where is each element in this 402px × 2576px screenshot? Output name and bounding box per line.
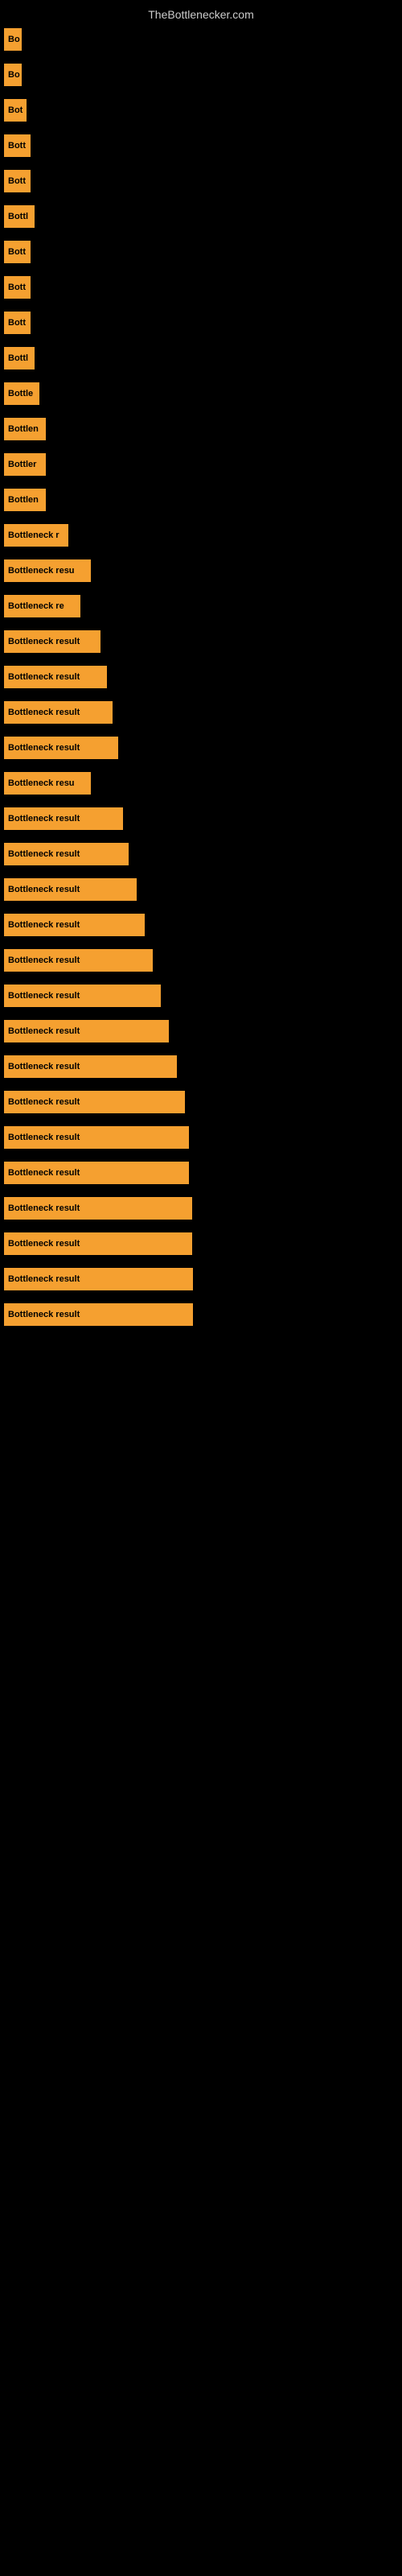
item-label: Bott xyxy=(4,312,31,334)
item-label: Bottler xyxy=(4,453,46,476)
list-item: Bottl xyxy=(4,343,398,374)
list-item: Bottleneck result xyxy=(4,1158,398,1188)
list-item: Bottleneck result xyxy=(4,697,398,728)
item-label: Bottleneck result xyxy=(4,843,129,865)
item-label: Bottleneck resu xyxy=(4,772,91,795)
list-item: Bo xyxy=(4,60,398,90)
list-item: Bottleneck result xyxy=(4,662,398,692)
item-label: Bottleneck result xyxy=(4,1268,193,1290)
list-item: Bott xyxy=(4,237,398,267)
list-item: Bottleneck result xyxy=(4,945,398,976)
item-label: Bottleneck result xyxy=(4,1055,177,1078)
list-item: Bottleneck result xyxy=(4,626,398,657)
list-item: Bottleneck result xyxy=(4,910,398,940)
item-label: Bottle xyxy=(4,382,39,405)
item-label: Bottleneck result xyxy=(4,701,113,724)
list-item: Bott xyxy=(4,308,398,338)
list-item: Bottler xyxy=(4,449,398,480)
list-item: Bottleneck re xyxy=(4,591,398,621)
item-label: Bottleneck result xyxy=(4,1303,193,1326)
list-item: Bottlen xyxy=(4,485,398,515)
item-label: Bo xyxy=(4,64,22,86)
item-label: Bottleneck result xyxy=(4,1126,189,1149)
item-label: Bottleneck result xyxy=(4,1232,192,1255)
item-label: Bottleneck result xyxy=(4,1091,185,1113)
list-item: Bottleneck result xyxy=(4,1087,398,1117)
list-item: Bot xyxy=(4,95,398,126)
list-item: Bottlen xyxy=(4,414,398,444)
list-item: Bottleneck result xyxy=(4,1122,398,1153)
list-item: Bottleneck result xyxy=(4,980,398,1011)
item-label: Bottl xyxy=(4,347,35,369)
list-item: Bottleneck result xyxy=(4,1264,398,1294)
list-item: Bottl xyxy=(4,201,398,232)
item-label: Bott xyxy=(4,134,31,157)
item-label: Bottleneck result xyxy=(4,878,137,901)
list-item: Bottleneck result xyxy=(4,839,398,869)
list-item: Bottleneck result xyxy=(4,1016,398,1046)
list-item: Bott xyxy=(4,166,398,196)
item-label: Bottl xyxy=(4,205,35,228)
item-label: Bottleneck result xyxy=(4,1162,189,1184)
list-item: Bottle xyxy=(4,378,398,409)
item-label: Bottlen xyxy=(4,418,46,440)
item-label: Bot xyxy=(4,99,27,122)
item-label: Bottleneck result xyxy=(4,949,153,972)
list-item: Bottleneck result xyxy=(4,733,398,763)
list-item: Bottleneck r xyxy=(4,520,398,551)
item-label: Bottlen xyxy=(4,489,46,511)
item-label: Bottleneck result xyxy=(4,630,100,653)
item-label: Bottleneck result xyxy=(4,1020,169,1042)
list-item: Bott xyxy=(4,272,398,303)
list-item: Bottleneck resu xyxy=(4,768,398,799)
items-container: Bo Bo Bot Bott Bott Bottl Bott Bott Bott Bottl Bot… xyxy=(0,24,402,1335)
list-item: Bottleneck result xyxy=(4,874,398,905)
item-label: Bottleneck r xyxy=(4,524,68,547)
item-label: Bottleneck result xyxy=(4,737,118,759)
item-label: Bottleneck result xyxy=(4,666,107,688)
list-item: Bottleneck resu xyxy=(4,555,398,586)
item-label: Bottleneck result xyxy=(4,985,161,1007)
item-label: Bo xyxy=(4,28,22,51)
item-label: Bottleneck result xyxy=(4,1197,192,1220)
list-item: Bottleneck result xyxy=(4,1051,398,1082)
list-item: Bottleneck result xyxy=(4,1299,398,1330)
item-label: Bottleneck result xyxy=(4,914,145,936)
list-item: Bottleneck result xyxy=(4,1193,398,1224)
item-label: Bott xyxy=(4,170,31,192)
item-label: Bottleneck result xyxy=(4,807,123,830)
list-item: Bottleneck result xyxy=(4,803,398,834)
item-label: Bott xyxy=(4,241,31,263)
item-label: Bottleneck re xyxy=(4,595,80,617)
item-label: Bottleneck resu xyxy=(4,559,91,582)
list-item: Bottleneck result xyxy=(4,1228,398,1259)
list-item: Bo xyxy=(4,24,398,55)
list-item: Bott xyxy=(4,130,398,161)
item-label: Bott xyxy=(4,276,31,299)
